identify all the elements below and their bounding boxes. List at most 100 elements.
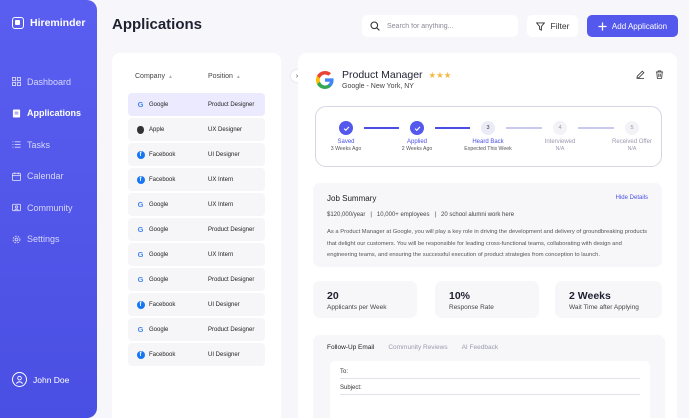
progress-step[interactable]: 5 Received Offer N/A [602,121,662,152]
company-name: Google [149,226,169,233]
user-profile[interactable]: John Doe [12,372,69,387]
facebook-logo-icon: f [136,150,145,159]
sidebar-item-label: Calendar [27,171,64,182]
list-item[interactable]: Apple UX Designer [128,118,265,141]
progress-step[interactable]: Applied 2 Weeks Ago [387,121,447,152]
search-input[interactable] [387,22,507,30]
list-item[interactable]: G Google Product Designer [128,218,265,241]
stat-label: Wait Time after Applying [569,304,639,311]
step-label: Applied [406,139,427,145]
app-name: Hireminder [30,17,86,29]
brand[interactable]: Hireminder [12,17,85,29]
edit-icon[interactable] [636,70,645,79]
avatar [12,372,27,387]
position-name: UI Designer [208,301,240,308]
sidebar-item-settings[interactable]: Settings [12,224,81,256]
rating-stars[interactable]: ★★★ [429,70,452,81]
column-label: Position [208,73,233,80]
list-item[interactable]: G Google Product Designer [128,93,265,116]
sidebar-item-label: Settings [27,234,60,245]
position-name: Product Designer [208,226,255,233]
facebook-logo-icon: f [136,300,145,309]
step-sublabel: N/A [627,146,637,152]
facebook-logo-icon: f [136,150,145,159]
logo-icon [12,17,24,29]
progress-step[interactable]: Saved 3 Weeks Ago [316,121,376,152]
list-item[interactable]: G Google UX Intern [128,243,265,266]
sidebar-item-label: Dashboard [27,76,72,87]
company-name: Apple [149,126,165,133]
company-name: Google [149,326,169,333]
sidebar-item-calendar[interactable]: Calendar [12,161,81,193]
step-number: 5 [625,121,639,135]
tab-community-reviews[interactable]: Community Reviews [388,344,447,351]
step-number: 4 [553,121,567,135]
position-name: Product Designer [208,276,255,283]
list-item[interactable]: G Google Product Designer [128,268,265,291]
tab-follow-up-email[interactable]: Follow-Up Email [327,344,374,351]
sidebar-item-community[interactable]: Community [12,192,81,224]
summary-title: Job Summary [327,194,377,203]
trash-icon[interactable] [655,70,664,79]
tab-ai-feedback[interactable]: AI Feedback [462,344,499,351]
email-to-field[interactable]: To: [340,369,640,379]
filter-button[interactable]: Filter [527,15,578,37]
sidebar-nav: Dashboard Applications Tasks Calendar Co… [12,66,81,255]
search-bar[interactable] [362,15,518,37]
plus-icon [598,21,607,31]
step-label: Interviewed [544,139,576,145]
job-title-text: Product Manager [342,69,423,81]
company-name: Facebook [149,151,176,158]
google-logo-icon: G [137,200,144,209]
check-icon [339,121,353,135]
star-icon[interactable]: ★ [444,70,452,80]
email-subject-field[interactable]: Subject: [340,385,640,395]
stat-value: 2 Weeks [569,290,611,302]
list-item[interactable]: f Facebook UI Designer [128,343,265,366]
application-detail: Product Manager ★★★ Google - New York, N… [298,53,677,418]
sidebar-item-label: Applications [27,108,82,119]
position-name: UX Designer [208,126,243,133]
step-label: Received Offer [612,139,652,145]
position-name: UX Intern [208,251,234,258]
sidebar-item-label: Community [27,202,73,213]
google-logo-icon [316,71,334,89]
step-number: 3 [481,121,495,135]
sidebar-item-applications[interactable]: Applications [12,98,81,130]
list-item[interactable]: f Facebook UX Intern [128,168,265,191]
position-name: Product Designer [208,101,255,108]
progress-step[interactable]: 3 Heard Back Expected This Week [458,121,518,152]
list-item[interactable]: G Google UX Intern [128,193,265,216]
progress-step[interactable]: 4 Interviewed N/A [530,121,590,152]
gear-icon [12,235,21,244]
list-item[interactable]: f Facebook UI Designer [128,293,265,316]
user-name: John Doe [33,374,70,385]
add-application-button[interactable]: Add Application [587,15,678,37]
sidebar-item-dashboard[interactable]: Dashboard [12,66,81,98]
column-position[interactable]: Position ▲ [208,73,241,80]
google-logo-icon: G [136,275,145,284]
hide-details-link[interactable]: Hide Details [616,195,648,201]
job-subtitle: Google - New York, NY [342,83,414,90]
google-logo-icon: G [137,275,144,284]
dashboard-icon [12,77,21,87]
community-icon [12,204,21,212]
tasks-icon [12,141,21,148]
facebook-logo-icon: f [136,300,145,309]
list-item[interactable]: f Facebook UI Designer [128,143,265,166]
step-sublabel: N/A [555,146,565,152]
google-logo-icon: G [136,250,145,259]
email-composer: To: Subject: [330,361,650,418]
position-name: Product Designer [208,326,255,333]
list-item[interactable]: G Google Product Designer [128,318,265,341]
position-name: UX Intern [208,176,234,183]
google-logo-icon: G [137,225,144,234]
application-list: Company ▲ Position ▲ G Google Product Design… [112,53,281,418]
company-name: Google [149,201,169,208]
column-company[interactable]: Company ▲ [135,73,173,80]
application-progress-tracker: Saved 3 Weeks Ago Applied 2 Weeks Ago 3 Heard… [315,106,662,167]
sidebar-item-tasks[interactable]: Tasks [12,129,81,161]
google-logo-icon: G [137,250,144,259]
star-icon[interactable]: ★ [436,70,444,80]
sort-icon: ▲ [235,73,241,80]
